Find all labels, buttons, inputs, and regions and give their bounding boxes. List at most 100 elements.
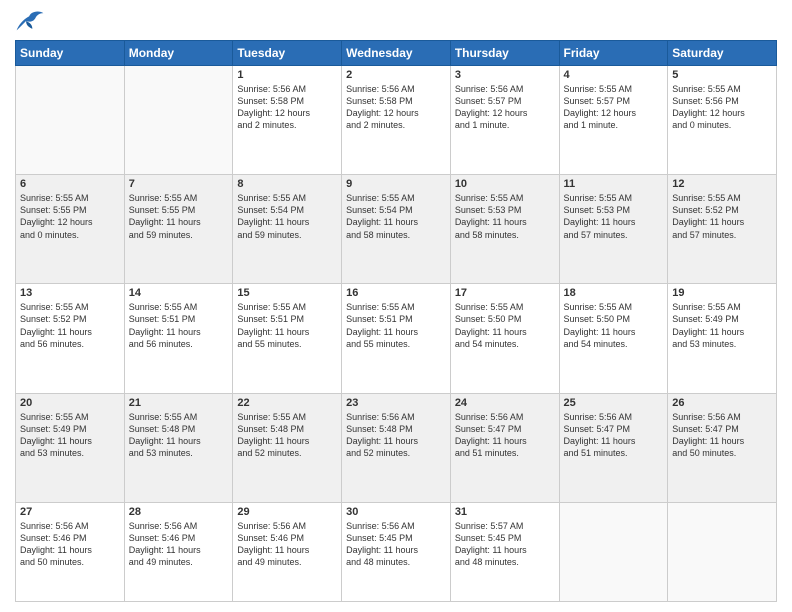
cell-info: Sunrise: 5:56 AM Sunset: 5:58 PM Dayligh…	[237, 83, 337, 132]
calendar-cell: 1Sunrise: 5:56 AM Sunset: 5:58 PM Daylig…	[233, 66, 342, 175]
day-number: 20	[20, 397, 120, 409]
calendar-cell: 6Sunrise: 5:55 AM Sunset: 5:55 PM Daylig…	[16, 175, 125, 284]
day-number: 12	[672, 178, 772, 190]
calendar-cell: 25 Sunrise: 5:56 AM Sunset: 5:47 PM Dayli…	[559, 393, 668, 502]
day-number: 19	[672, 287, 772, 299]
calendar-body: 1Sunrise: 5:56 AM Sunset: 5:58 PM Daylig…	[16, 66, 777, 602]
cell-info: Sunrise: 5:55 AM Sunset: 5:51 PM Dayligh…	[346, 301, 446, 350]
weekday-header-saturday: Saturday	[668, 41, 777, 66]
calendar-week-1: 1Sunrise: 5:56 AM Sunset: 5:58 PM Daylig…	[16, 66, 777, 175]
calendar-cell: 31 Sunrise: 5:57 AM Sunset: 5:45 PM Dayli…	[450, 502, 559, 601]
calendar-cell: 28 Sunrise: 5:56 AM Sunset: 5:46 PM Dayli…	[124, 502, 233, 601]
calendar-cell: 21 Sunrise: 5:55 AM Sunset: 5:48 PM Dayli…	[124, 393, 233, 502]
calendar-week-4: 20 Sunrise: 5:55 AM Sunset: 5:49 PM Dayli…	[16, 393, 777, 502]
cell-info: Sunrise: 5:55 AM Sunset: 5:49 PM Dayligh…	[20, 411, 120, 460]
day-number: 29	[237, 506, 337, 518]
calendar-table: SundayMondayTuesdayWednesdayThursdayFrid…	[15, 40, 777, 602]
calendar-week-5: 27 Sunrise: 5:56 AM Sunset: 5:46 PM Dayli…	[16, 502, 777, 601]
day-number: 6	[20, 178, 120, 190]
day-number: 23	[346, 397, 446, 409]
day-number: 13	[20, 287, 120, 299]
weekday-header-tuesday: Tuesday	[233, 41, 342, 66]
day-number: 10	[455, 178, 555, 190]
cell-info: Sunrise: 5:55 AM Sunset: 5:49 PM Dayligh…	[672, 301, 772, 350]
cell-info: Sunrise: 5:55 AM Sunset: 5:52 PM Dayligh…	[20, 301, 120, 350]
calendar-cell: 23 Sunrise: 5:56 AM Sunset: 5:48 PM Dayli…	[342, 393, 451, 502]
weekday-header-monday: Monday	[124, 41, 233, 66]
cell-info: Sunrise: 5:55 AM Sunset: 5:50 PM Dayligh…	[564, 301, 664, 350]
calendar-cell: 26Sunrise: 5:56 AM Sunset: 5:47 PM Dayli…	[668, 393, 777, 502]
day-number: 3	[455, 69, 555, 81]
calendar-cell: 11Sunrise: 5:55 AM Sunset: 5:53 PM Dayli…	[559, 175, 668, 284]
calendar-cell: 22 Sunrise: 5:55 AM Sunset: 5:48 PM Dayli…	[233, 393, 342, 502]
day-number: 18	[564, 287, 664, 299]
day-number: 4	[564, 69, 664, 81]
calendar-cell: 8 Sunrise: 5:55 AM Sunset: 5:54 PM Daylig…	[233, 175, 342, 284]
calendar-cell: 30Sunrise: 5:56 AM Sunset: 5:45 PM Dayli…	[342, 502, 451, 601]
cell-info: Sunrise: 5:56 AM Sunset: 5:45 PM Dayligh…	[346, 520, 446, 569]
day-number: 17	[455, 287, 555, 299]
weekday-header-wednesday: Wednesday	[342, 41, 451, 66]
day-number: 16	[346, 287, 446, 299]
weekday-header-thursday: Thursday	[450, 41, 559, 66]
calendar-cell: 16 Sunrise: 5:55 AM Sunset: 5:51 PM Dayli…	[342, 284, 451, 393]
day-number: 14	[129, 287, 229, 299]
day-number: 21	[129, 397, 229, 409]
cell-info: Sunrise: 5:56 AM Sunset: 5:46 PM Dayligh…	[129, 520, 229, 569]
cell-info: Sunrise: 5:56 AM Sunset: 5:58 PM Dayligh…	[346, 83, 446, 132]
weekday-header-sunday: Sunday	[16, 41, 125, 66]
calendar-cell	[16, 66, 125, 175]
calendar-cell: 4 Sunrise: 5:55 AM Sunset: 5:57 PM Daylig…	[559, 66, 668, 175]
day-number: 25	[564, 397, 664, 409]
day-number: 5	[672, 69, 772, 81]
cell-info: Sunrise: 5:55 AM Sunset: 5:50 PM Dayligh…	[455, 301, 555, 350]
day-number: 28	[129, 506, 229, 518]
calendar-cell	[124, 66, 233, 175]
calendar-week-2: 6Sunrise: 5:55 AM Sunset: 5:55 PM Daylig…	[16, 175, 777, 284]
logo-icon	[15, 10, 45, 32]
cell-info: Sunrise: 5:57 AM Sunset: 5:45 PM Dayligh…	[455, 520, 555, 569]
calendar-cell: 15 Sunrise: 5:55 AM Sunset: 5:51 PM Dayli…	[233, 284, 342, 393]
day-number: 9	[346, 178, 446, 190]
day-number: 22	[237, 397, 337, 409]
calendar-cell: 5 Sunrise: 5:55 AM Sunset: 5:56 PM Daylig…	[668, 66, 777, 175]
calendar-cell: 9 Sunrise: 5:55 AM Sunset: 5:54 PM Daylig…	[342, 175, 451, 284]
calendar-cell	[559, 502, 668, 601]
cell-info: Sunrise: 5:55 AM Sunset: 5:56 PM Dayligh…	[672, 83, 772, 132]
cell-info: Sunrise: 5:56 AM Sunset: 5:47 PM Dayligh…	[564, 411, 664, 460]
calendar-cell: 24 Sunrise: 5:56 AM Sunset: 5:47 PM Dayli…	[450, 393, 559, 502]
day-number: 26	[672, 397, 772, 409]
calendar-cell	[668, 502, 777, 601]
calendar-cell: 7Sunrise: 5:55 AM Sunset: 5:55 PM Daylig…	[124, 175, 233, 284]
calendar-cell: 13 Sunrise: 5:55 AM Sunset: 5:52 PM Dayli…	[16, 284, 125, 393]
calendar-cell: 18 Sunrise: 5:55 AM Sunset: 5:50 PM Dayli…	[559, 284, 668, 393]
day-number: 27	[20, 506, 120, 518]
cell-info: Sunrise: 5:55 AM Sunset: 5:53 PM Dayligh…	[564, 192, 664, 241]
calendar-cell: 2 Sunrise: 5:56 AM Sunset: 5:58 PM Daylig…	[342, 66, 451, 175]
cell-info: Sunrise: 5:56 AM Sunset: 5:48 PM Dayligh…	[346, 411, 446, 460]
cell-info: Sunrise: 5:55 AM Sunset: 5:54 PM Dayligh…	[346, 192, 446, 241]
calendar-cell: 20 Sunrise: 5:55 AM Sunset: 5:49 PM Dayli…	[16, 393, 125, 502]
page: SundayMondayTuesdayWednesdayThursdayFrid…	[0, 0, 792, 612]
day-number: 8	[237, 178, 337, 190]
cell-info: Sunrise: 5:55 AM Sunset: 5:57 PM Dayligh…	[564, 83, 664, 132]
calendar-cell: 19 Sunrise: 5:55 AM Sunset: 5:49 PM Dayli…	[668, 284, 777, 393]
day-number: 15	[237, 287, 337, 299]
day-number: 7	[129, 178, 229, 190]
calendar-cell: 17 Sunrise: 5:55 AM Sunset: 5:50 PM Dayli…	[450, 284, 559, 393]
cell-info: Sunrise: 5:55 AM Sunset: 5:48 PM Dayligh…	[129, 411, 229, 460]
cell-info: Sunrise: 5:55 AM Sunset: 5:52 PM Dayligh…	[672, 192, 772, 241]
day-number: 31	[455, 506, 555, 518]
cell-info: Sunrise: 5:55 AM Sunset: 5:54 PM Dayligh…	[237, 192, 337, 241]
cell-info: Sunrise: 5:55 AM Sunset: 5:48 PM Dayligh…	[237, 411, 337, 460]
calendar-cell: 12 Sunrise: 5:55 AM Sunset: 5:52 PM Dayli…	[668, 175, 777, 284]
logo	[15, 10, 49, 32]
header	[15, 10, 777, 32]
cell-info: Sunrise: 5:56 AM Sunset: 5:47 PM Dayligh…	[455, 411, 555, 460]
cell-info: Sunrise: 5:55 AM Sunset: 5:51 PM Dayligh…	[129, 301, 229, 350]
day-number: 2	[346, 69, 446, 81]
day-number: 24	[455, 397, 555, 409]
cell-info: Sunrise: 5:56 AM Sunset: 5:46 PM Dayligh…	[20, 520, 120, 569]
cell-info: Sunrise: 5:56 AM Sunset: 5:57 PM Dayligh…	[455, 83, 555, 132]
cell-info: Sunrise: 5:55 AM Sunset: 5:51 PM Dayligh…	[237, 301, 337, 350]
